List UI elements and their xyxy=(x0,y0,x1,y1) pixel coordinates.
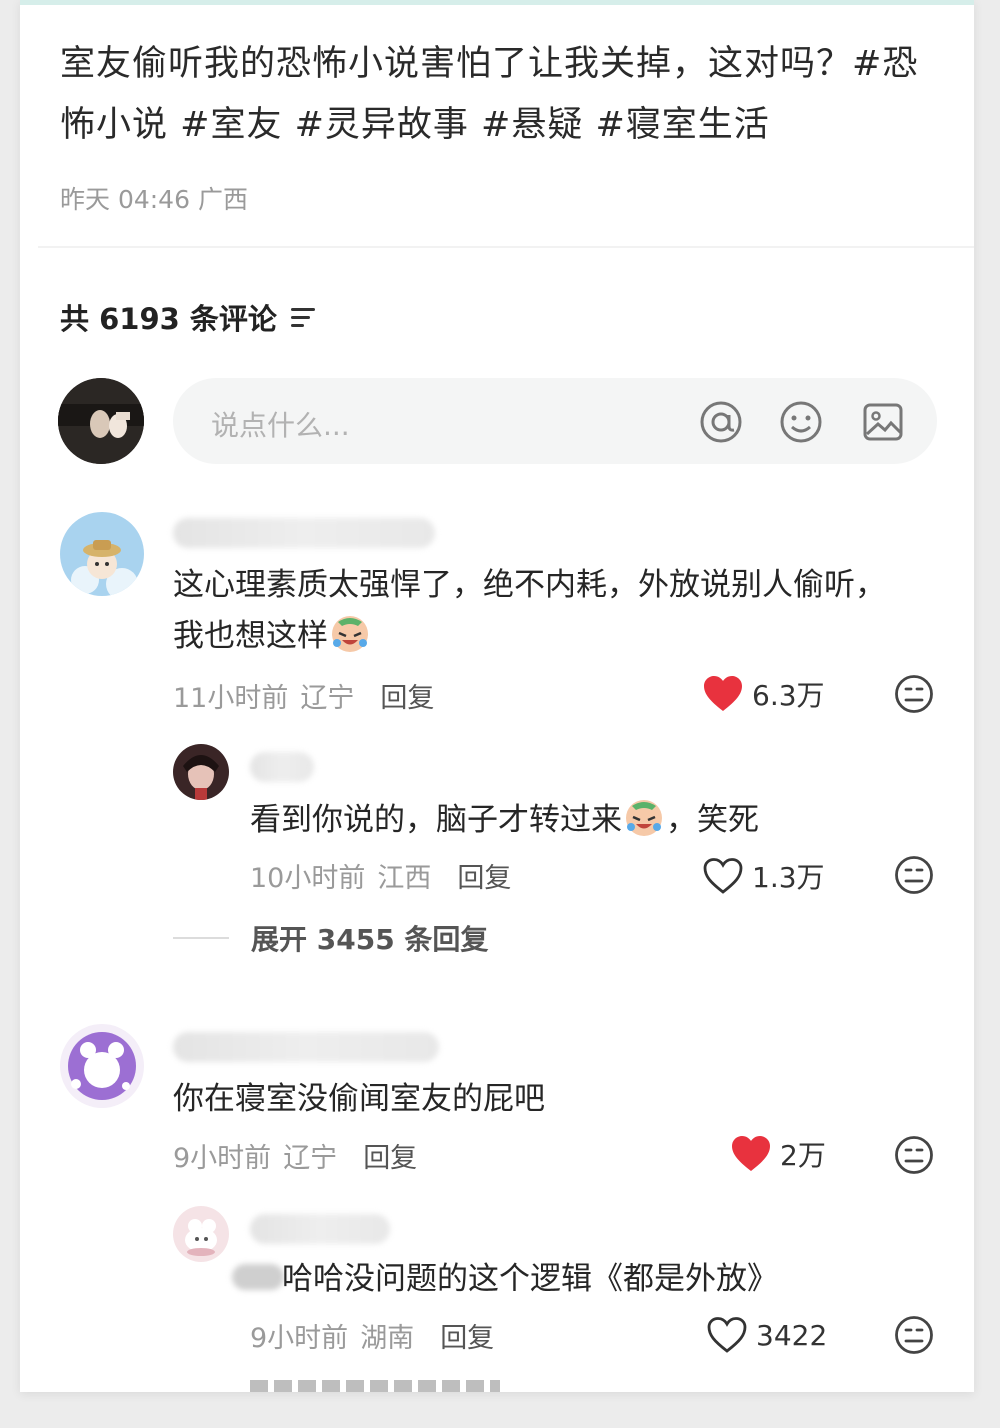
comment-location: 辽宁 xyxy=(283,1143,338,1174)
reply-meta: 10小时前 江西 回复 xyxy=(250,856,511,895)
heart-outline-icon xyxy=(707,1317,747,1353)
emoji-icon[interactable] xyxy=(779,400,823,444)
like-button[interactable]: 2万 xyxy=(730,1134,826,1174)
expand-divider-line xyxy=(173,937,229,939)
reply-text-part2: ，笑死 xyxy=(666,802,759,838)
mention-icon[interactable] xyxy=(699,400,743,444)
comment-time: 11小时前 xyxy=(173,683,289,714)
sort-icon[interactable] xyxy=(290,307,317,327)
user-avatar[interactable] xyxy=(58,378,144,464)
reply-location: 湖南 xyxy=(360,1323,415,1354)
reply-text-part1: 看到你说的，脑子才转过来 xyxy=(250,802,622,838)
top-accent-bar xyxy=(20,0,974,5)
comment-meta: 9小时前 辽宁 回复 xyxy=(173,1136,417,1175)
like-count: 2万 xyxy=(780,1139,826,1172)
reply-avatar[interactable] xyxy=(173,744,229,800)
reply-avatar[interactable] xyxy=(173,1206,229,1262)
comment-count[interactable]: 共 6193 条评论 xyxy=(60,296,317,338)
like-button[interactable]: 1.3万 xyxy=(702,856,825,896)
comment-input[interactable]: 说点什么... xyxy=(173,378,937,464)
comment-avatar[interactable] xyxy=(60,512,144,596)
heart-outline-icon xyxy=(703,858,743,894)
dislike-icon[interactable] xyxy=(894,674,934,714)
like-button[interactable]: 3422 xyxy=(706,1316,827,1354)
reply-button[interactable]: 回复 xyxy=(363,1136,417,1175)
post-location: 广西 xyxy=(197,185,248,214)
comment-avatar[interactable] xyxy=(60,1024,144,1108)
comment-text-line2: 我也想这样 xyxy=(173,610,953,661)
post-title: 室友偷听我的恐怖小说害怕了让我关掉，这对吗？#恐怖小说 #室友 #灵异故事 #悬… xyxy=(60,44,919,145)
comment-page: 室友偷听我的恐怖小说害怕了让我关掉，这对吗？#恐怖小说 #室友 #灵异故事 #悬… xyxy=(20,0,974,1392)
expand-replies-partial[interactable] xyxy=(250,1380,500,1392)
reply-text: 哈哈没问题的这个逻辑《都是外放》 xyxy=(282,1261,778,1297)
comment-text-line2-text: 我也想这样 xyxy=(173,618,328,654)
reply-username-blurred xyxy=(250,1214,390,1244)
comment-count-label: 共 6193 条评论 xyxy=(60,302,277,336)
comment-location: 辽宁 xyxy=(300,683,355,714)
reply-mention-blurred xyxy=(232,1264,284,1290)
comment-text: 你在寝室没偷闻室友的屁吧 xyxy=(173,1081,545,1117)
expand-replies-label: 展开 3455 条回复 xyxy=(251,923,489,956)
heart-filled-icon xyxy=(732,1136,770,1171)
comment-username-blurred xyxy=(173,518,435,548)
expand-replies-button[interactable]: 展开 3455 条回复 xyxy=(173,918,488,958)
reply-location: 江西 xyxy=(377,863,432,894)
reply-username-blurred xyxy=(250,752,314,782)
reply-button[interactable]: 回复 xyxy=(457,856,511,895)
image-icon[interactable] xyxy=(861,400,905,444)
reply-text: 看到你说的，脑子才转过来 ，笑死 xyxy=(250,794,950,845)
laugh-cry-emoji-icon xyxy=(332,616,368,652)
reply-time: 10小时前 xyxy=(250,863,366,894)
like-count: 1.3万 xyxy=(752,861,825,894)
comment-username-blurred xyxy=(173,1032,439,1062)
comment-time: 9小时前 xyxy=(173,1143,272,1174)
post-meta: 昨天 04:46 广西 xyxy=(60,180,248,216)
comment-text-line1: 这心理素质太强悍了，绝不内耗，外放说别人偷听， xyxy=(173,567,886,603)
divider xyxy=(38,246,974,248)
like-button[interactable]: 6.3万 xyxy=(702,674,825,714)
dislike-icon[interactable] xyxy=(894,855,934,895)
reply-button[interactable]: 回复 xyxy=(440,1316,494,1355)
comment-text: 这心理素质太强悍了，绝不内耗，外放说别人偷听， 我也想这样 xyxy=(173,560,953,661)
post-time: 昨天 04:46 xyxy=(60,185,190,214)
dislike-icon[interactable] xyxy=(894,1315,934,1355)
dislike-icon[interactable] xyxy=(894,1135,934,1175)
reply-button[interactable]: 回复 xyxy=(380,676,434,715)
heart-filled-icon xyxy=(704,676,742,711)
like-count: 3422 xyxy=(756,1318,828,1352)
reply-time: 9小时前 xyxy=(250,1323,349,1354)
comment-input-placeholder: 说点什么... xyxy=(211,409,350,442)
laugh-cry-emoji-icon xyxy=(626,800,662,836)
like-count: 6.3万 xyxy=(752,679,825,712)
comment-meta: 11小时前 辽宁 回复 xyxy=(173,676,434,715)
reply-meta: 9小时前 湖南 回复 xyxy=(250,1316,494,1355)
